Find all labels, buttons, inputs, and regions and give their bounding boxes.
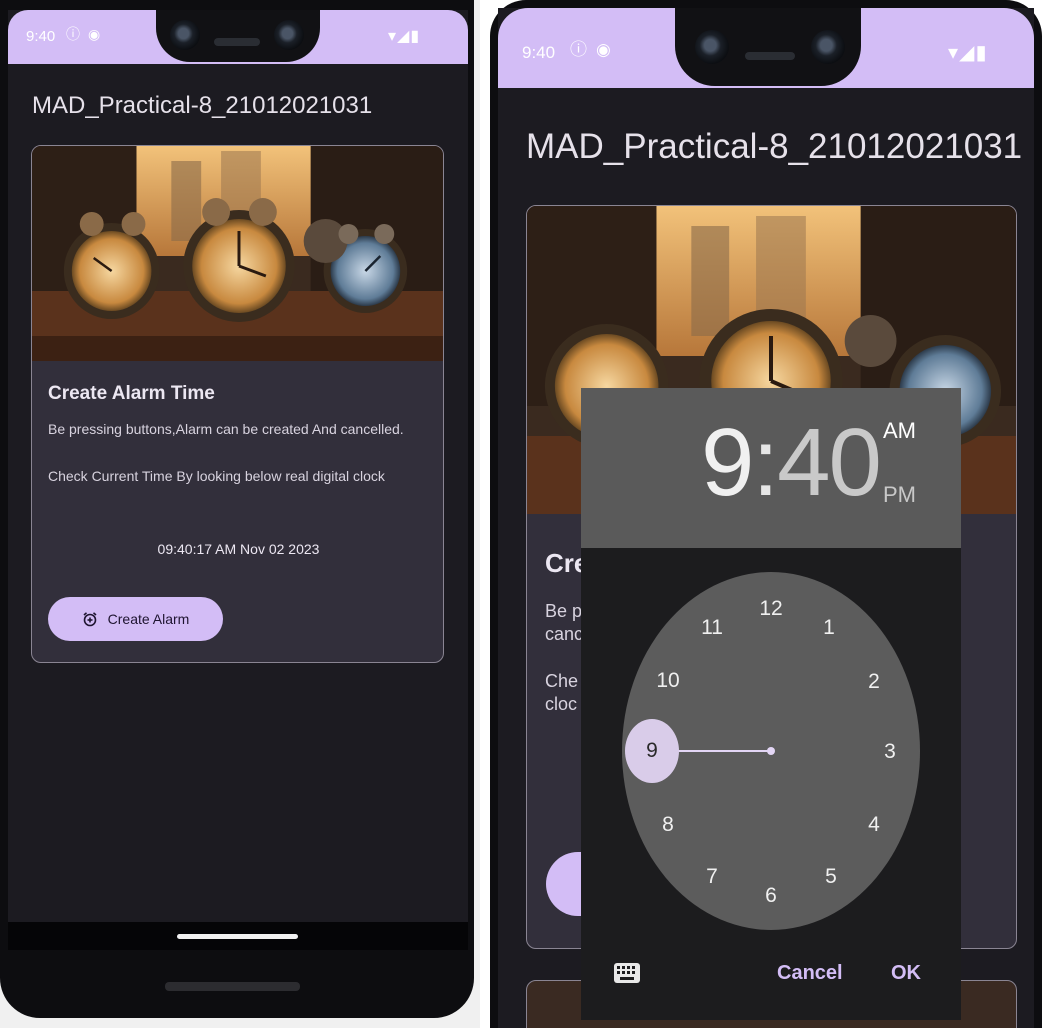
alarm-card: Create Alarm Time Be pressing buttons,Al… xyxy=(31,145,444,663)
cancel-button[interactable]: Cancel xyxy=(777,962,843,985)
notification-icon: ◉ xyxy=(88,27,101,43)
create-alarm-button[interactable]: Create Alarm xyxy=(48,597,223,641)
card-description: Be pressing buttons,Alarm can be created… xyxy=(48,421,404,437)
clock-dial[interactable]: 12 1 2 3 4 5 6 7 8 10 11 9 xyxy=(622,572,920,930)
dial-center xyxy=(767,747,775,755)
keyboard-icon[interactable] xyxy=(613,962,641,984)
signal-icon: ◢ xyxy=(397,26,411,45)
battery-icon: ▮ xyxy=(975,40,988,64)
app-title: MAD_Practical-8_21012021031 xyxy=(32,92,373,119)
notification-icon: ◉ xyxy=(596,40,611,60)
digital-clock: 09:40:17 AM Nov 02 2023 xyxy=(157,541,320,557)
status-time: 9:40 xyxy=(522,43,556,62)
camera-notch xyxy=(675,8,861,86)
ok-button[interactable]: OK xyxy=(891,962,921,985)
front-camera xyxy=(274,20,304,50)
alarm-clocks-image xyxy=(32,146,443,361)
time-picker-header: 9:40 AM PM xyxy=(581,388,961,548)
dial-number-2[interactable]: 2 xyxy=(854,667,894,697)
earpiece-speaker xyxy=(214,38,260,46)
dial-number-8[interactable]: 8 xyxy=(648,810,688,840)
home-gesture-bar[interactable] xyxy=(177,934,298,939)
card-instruction: Check Current Time By looking below real… xyxy=(48,468,385,484)
time-picker-dialog: 9:40 AM PM 12 1 2 3 4 5 6 7 8 10 11 9 Ca… xyxy=(581,388,961,1020)
front-camera xyxy=(170,20,200,50)
info-icon: ⓘ xyxy=(66,27,80,43)
dial-number-5[interactable]: 5 xyxy=(811,862,851,892)
earpiece-speaker xyxy=(745,52,795,60)
dial-number-1[interactable]: 1 xyxy=(809,613,849,643)
left-phone: 9:40 ⓘ ◉ ▾◢▮ MAD_Practical-8_21012021031 xyxy=(0,0,480,1028)
dial-number-6[interactable]: 6 xyxy=(751,881,791,911)
create-alarm-label: Create Alarm xyxy=(107,611,190,627)
dial-number-9[interactable]: 9 xyxy=(632,736,672,766)
dial-number-11[interactable]: 11 xyxy=(692,613,732,643)
card-instruction-line2: cloc xyxy=(545,694,578,714)
camera-notch xyxy=(156,10,320,62)
alarm-add-icon xyxy=(83,612,97,627)
pm-toggle[interactable]: PM xyxy=(883,482,916,508)
right-phone: 9:40 ⓘ ◉ ▾◢▮ MAD_Practical-8_21012021031 xyxy=(490,0,1042,1028)
dial-number-3[interactable]: 3 xyxy=(870,737,910,767)
dial-number-4[interactable]: 4 xyxy=(854,810,894,840)
minute-display[interactable]: 40 xyxy=(777,409,882,516)
card-description-line2: canc xyxy=(545,624,584,644)
hour-display[interactable]: 9 xyxy=(701,409,754,516)
status-right-icons: ▾◢▮ xyxy=(388,26,420,45)
dial-number-10[interactable]: 10 xyxy=(648,666,688,696)
front-camera xyxy=(811,30,845,64)
am-toggle[interactable]: AM xyxy=(883,418,916,444)
card-title: Create Alarm Time xyxy=(48,383,215,404)
card-description-line1: Be p xyxy=(545,601,583,621)
app-title: MAD_Practical-8_21012021031 xyxy=(526,127,1023,166)
battery-icon: ▮ xyxy=(410,26,421,45)
time-display: 9:40 xyxy=(701,408,882,518)
wifi-icon: ▾ xyxy=(948,40,960,64)
time-separator: : xyxy=(752,409,779,516)
info-icon: ⓘ xyxy=(570,40,587,60)
dial-number-7[interactable]: 7 xyxy=(692,862,732,892)
status-time: 9:40 xyxy=(26,28,56,45)
dial-number-12[interactable]: 12 xyxy=(751,594,791,624)
card-instruction-line1: Che xyxy=(545,671,579,691)
bottom-speaker-grille xyxy=(165,982,300,991)
status-right-icons: ▾◢▮ xyxy=(948,40,987,64)
signal-icon: ◢ xyxy=(959,40,976,64)
front-camera xyxy=(695,30,729,64)
wifi-icon: ▾ xyxy=(388,26,398,45)
